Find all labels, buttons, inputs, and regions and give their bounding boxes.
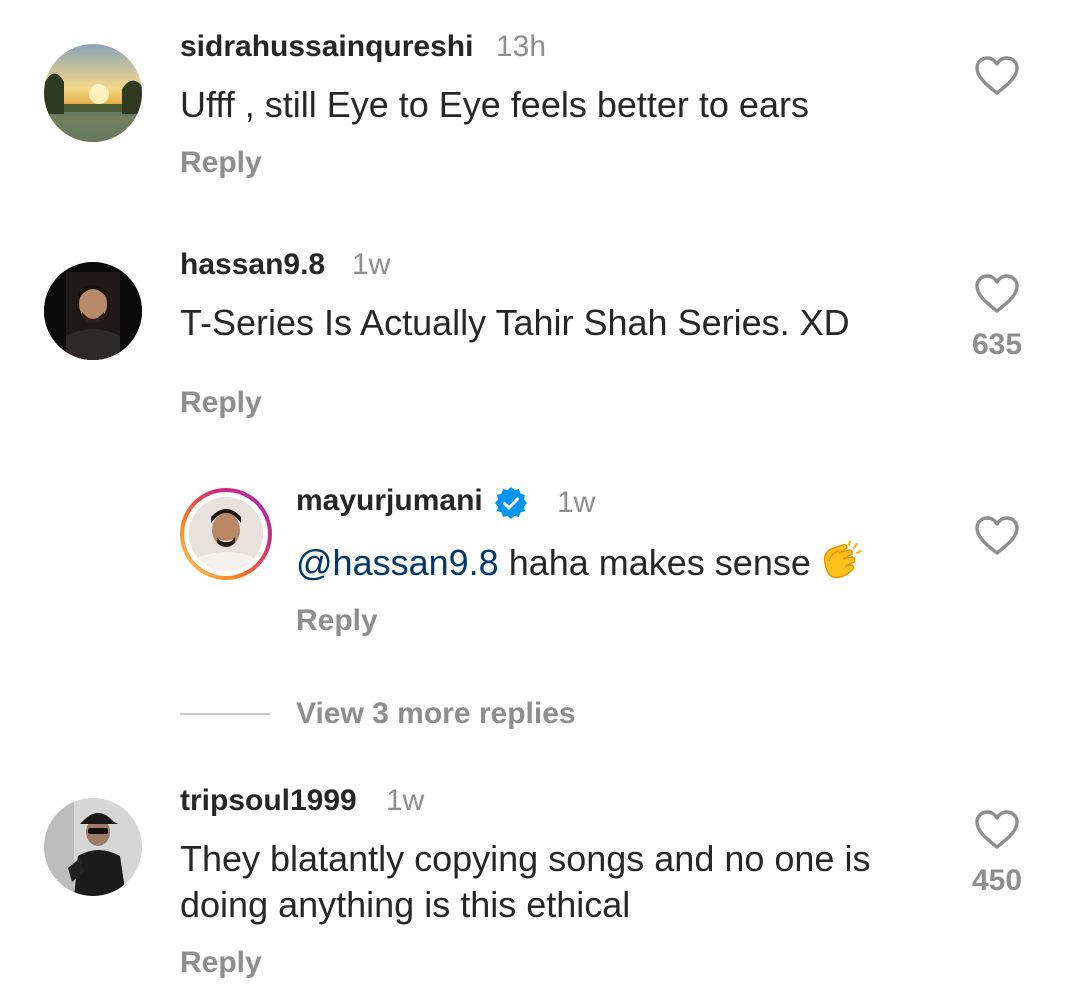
- comment-text: T-Series Is Actually Tahir Shah Series. …: [180, 302, 850, 343]
- heart-outline-icon[interactable]: [974, 810, 1020, 850]
- reply-username[interactable]: mayurjumani: [296, 484, 483, 518]
- avatar[interactable]: [44, 44, 142, 142]
- avatar-image: [44, 44, 142, 142]
- avatar-image: [44, 798, 142, 896]
- reply-button[interactable]: Reply: [180, 386, 262, 420]
- comment-text-line: doing anything is this ethical: [180, 884, 631, 925]
- avatar-story-ring[interactable]: [180, 488, 272, 580]
- heart-outline-icon[interactable]: [974, 56, 1020, 96]
- avatar[interactable]: [44, 262, 142, 360]
- reply-text-body: haha makes sense: [498, 542, 811, 583]
- comment-text: Ufff , still Eye to Eye feels better to …: [180, 84, 809, 125]
- reply-button[interactable]: Reply: [180, 946, 262, 980]
- comment-text: They blatantly copying songs and no one …: [180, 836, 960, 928]
- verified-badge-icon: [494, 486, 528, 520]
- view-more-replies-button[interactable]: View 3 more replies: [296, 697, 576, 731]
- like-count: 450: [971, 864, 1023, 897]
- comment-text-line: They blatantly copying songs and no one …: [180, 838, 871, 879]
- mention-link[interactable]: @hassan9.8: [296, 542, 499, 583]
- comment-username[interactable]: hassan9.8: [180, 248, 325, 282]
- comment-username[interactable]: sidrahussainqureshi: [180, 30, 473, 64]
- comment-timestamp: 13h: [496, 30, 547, 63]
- clapping-hands-emoji: [819, 540, 863, 592]
- view-more-divider: [180, 713, 270, 715]
- reply-text: @hassan9.8 haha makes sense: [296, 540, 946, 592]
- avatar-image: [189, 497, 263, 571]
- reply-button[interactable]: Reply: [296, 604, 378, 638]
- comment-username[interactable]: tripsoul1999: [180, 784, 357, 818]
- reply-timestamp: 1w: [557, 486, 596, 519]
- heart-outline-icon[interactable]: [974, 274, 1020, 314]
- comment-timestamp: 1w: [352, 248, 391, 281]
- comment-timestamp: 1w: [386, 784, 425, 817]
- avatar-image: [44, 262, 142, 360]
- heart-outline-icon[interactable]: [974, 516, 1020, 556]
- avatar[interactable]: [44, 798, 142, 896]
- like-count: 635: [971, 328, 1023, 361]
- reply-button[interactable]: Reply: [180, 146, 262, 180]
